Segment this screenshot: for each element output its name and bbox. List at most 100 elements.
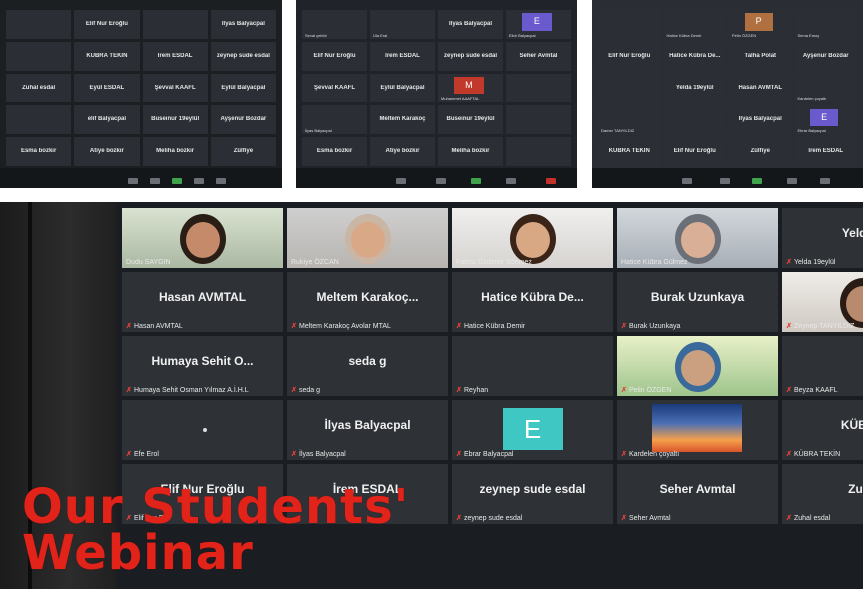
- participant-tile[interactable]: Atiye bozkır: [74, 137, 140, 166]
- participant-tile[interactable]: Dudu SAYGIN: [122, 208, 283, 268]
- participant-tile[interactable]: Eylül Balyacpal: [210, 73, 276, 103]
- chat-icon[interactable]: [436, 178, 446, 184]
- participant-tile[interactable]: Elif Nur Eroğlu: [302, 41, 367, 71]
- participant-tile[interactable]: ✗ Kardelen çoyaltı: [617, 400, 778, 460]
- share-screen-icon[interactable]: [752, 178, 762, 184]
- participant-tile[interactable]: Ayşenur Bozdar: [210, 105, 276, 135]
- participant-tile[interactable]: Buseınur 19eylül: [142, 105, 208, 135]
- participant-tile[interactable]: İrem ESDAL: [142, 41, 208, 71]
- participant-tile[interactable]: M Muhammet AAAFTAL: [438, 73, 503, 103]
- participant-tile[interactable]: [598, 10, 661, 39]
- participant-tile[interactable]: [6, 10, 72, 39]
- participant-tile[interactable]: İlyas Balyacpal: [302, 105, 367, 135]
- participant-tile[interactable]: KÜBRA TEKİN: [598, 137, 661, 166]
- participant-tile[interactable]: [506, 137, 571, 166]
- participant-tile[interactable]: [663, 105, 726, 135]
- participants-icon[interactable]: [128, 178, 138, 184]
- participant-tile[interactable]: Rukiye ÖZCAN: [287, 208, 448, 268]
- participant-tile[interactable]: Zülfiye: [729, 137, 792, 166]
- participant-tile[interactable]: Talha Polat: [729, 41, 792, 71]
- participant-tile[interactable]: Burak Uzunkaya ✗ Burak Uzunkaya: [617, 272, 778, 332]
- participant-tile[interactable]: Seher Avmtal ✗ Seher Avmtal: [617, 464, 778, 524]
- participant-tile[interactable]: Eyül ESDAL: [74, 73, 140, 103]
- participant-tile[interactable]: Kardelen çoyaltı: [794, 73, 857, 103]
- leave-icon[interactable]: [546, 178, 556, 184]
- participant-tile[interactable]: Zuha ✗Zuhal esdal: [782, 464, 863, 524]
- participant-tile[interactable]: ✗ Beyza KAAFL: [782, 336, 863, 396]
- participant-tile[interactable]: elif Balyacpal: [74, 105, 140, 135]
- participant-tile[interactable]: Buseınur 19eylül: [438, 105, 503, 135]
- participant-tile[interactable]: Hasan AVMTAL ✗ Hasan AVMTAL: [122, 272, 283, 332]
- participant-tile[interactable]: Seval çelebi: [302, 10, 367, 39]
- avatar-initial: P: [744, 13, 773, 31]
- participant-tile[interactable]: P Pelin ÖZGEN: [729, 10, 792, 39]
- participant-tile[interactable]: Hatice Kübra Demir: [663, 10, 726, 39]
- participant-tile[interactable]: [6, 105, 72, 135]
- participant-tile[interactable]: Seher Avmtal: [506, 41, 571, 71]
- participant-tile[interactable]: KÜBRA ✗KÜBRA TEKİN: [782, 400, 863, 460]
- participant-tile[interactable]: Eylül Balyacpal: [370, 73, 435, 103]
- participant-tile[interactable]: İrem ESDAL: [794, 137, 857, 166]
- participant-tile[interactable]: Meltem Karakoç: [370, 105, 435, 135]
- participant-tile[interactable]: E Ebrar Balyacpal: [794, 105, 857, 135]
- record-icon[interactable]: [506, 178, 516, 184]
- participant-tile[interactable]: Atiye bozkır: [370, 137, 435, 166]
- participant-tile[interactable]: Ayşenur Bozdar: [794, 41, 857, 71]
- participant-tile[interactable]: Hasan AVMTAL: [729, 73, 792, 103]
- participant-tile[interactable]: [506, 105, 571, 135]
- participant-tile[interactable]: E Elbir Balyacpal: [506, 10, 571, 39]
- participant-tile[interactable]: E ✗ Ebrar Balyacpal: [452, 400, 613, 460]
- share-screen-icon[interactable]: [471, 178, 481, 184]
- participant-tile[interactable]: Sema Ersoy: [794, 10, 857, 39]
- participant-tile[interactable]: Fatma Özdemir Sönmez: [452, 208, 613, 268]
- participant-tile[interactable]: seda g ✗ seda g: [287, 336, 448, 396]
- participant-tile[interactable]: Elif Nur Eroğlu: [74, 10, 140, 39]
- participant-tile[interactable]: Şevval KAAFL: [142, 73, 208, 103]
- chat-icon[interactable]: [720, 178, 730, 184]
- participant-tile[interactable]: İlyas Balyacpal: [210, 10, 276, 39]
- participant-tile[interactable]: Elif Nur Eroğlu: [663, 137, 726, 166]
- participant-tile[interactable]: Hatice Kübra De... ✗ Hatice Kübra Demir: [452, 272, 613, 332]
- participant-tile[interactable]: Hatice Kübra Gülmez: [617, 208, 778, 268]
- record-icon[interactable]: [787, 178, 797, 184]
- participant-tile[interactable]: Damer TANYILDIZ: [598, 105, 661, 135]
- participant-tile[interactable]: Meltem Karakoç... ✗ Meltem Karakoç Avolar …: [287, 272, 448, 332]
- participant-tile[interactable]: Elif Nur Eroğlu: [598, 41, 661, 71]
- participant-tile[interactable]: Esma bozkır: [302, 137, 367, 166]
- participant-tile[interactable]: İlyas Balyacpal: [438, 10, 503, 39]
- participant-tile[interactable]: Humaya Sehit O... ✗ Humaya Sehit Osman Yıl…: [122, 336, 283, 396]
- participant-tile[interactable]: ✗ Efe Erol: [122, 400, 283, 460]
- participant-tile[interactable]: İlyas Balyacpal: [729, 105, 792, 135]
- participant-tile[interactable]: [6, 41, 72, 71]
- participant-tile[interactable]: Esma bozkır: [6, 137, 72, 166]
- participant-tile[interactable]: Meliha bozkır: [438, 137, 503, 166]
- participant-tile[interactable]: ✗ Reyhan: [452, 336, 613, 396]
- participant-tile[interactable]: [598, 73, 661, 103]
- chat-icon[interactable]: [150, 178, 160, 184]
- participant-tile[interactable]: Ula Eral: [370, 10, 435, 39]
- participant-tile[interactable]: Yelda 1 ✗Yelda 19eylül: [782, 208, 863, 268]
- participant-tile[interactable]: KÜBRA TEKİN: [74, 41, 140, 71]
- reactions-icon[interactable]: [820, 178, 830, 184]
- participants-icon[interactable]: [396, 178, 406, 184]
- participant-tile[interactable]: zeynep sude esdal: [210, 41, 276, 71]
- participant-tile[interactable]: İlyas Balyacpal ✗ İlyas Balyacpal: [287, 400, 448, 460]
- participant-tile[interactable]: Meliha bozkır: [142, 137, 208, 166]
- participant-tile[interactable]: Hatice Kübra De...: [663, 41, 726, 71]
- participant-tile[interactable]: İrem ESDAL: [370, 41, 435, 71]
- participant-name: Meliha bozkır: [156, 148, 195, 155]
- reactions-icon[interactable]: [216, 178, 226, 184]
- participant-tile[interactable]: ✗ Zeynep TANYILDIZ: [782, 272, 863, 332]
- participant-tile[interactable]: [506, 73, 571, 103]
- participants-icon[interactable]: [682, 178, 692, 184]
- participant-tile[interactable]: Yelda 19eylül: [663, 73, 726, 103]
- share-screen-icon[interactable]: [172, 178, 182, 184]
- participant-tile[interactable]: Zülfiye: [210, 137, 276, 166]
- record-icon[interactable]: [194, 178, 204, 184]
- participant-tile[interactable]: Şevval KAAFL: [302, 73, 367, 103]
- participant-tile[interactable]: zeynep sude esdal: [438, 41, 503, 71]
- participant-tile[interactable]: [142, 10, 208, 39]
- participant-tile[interactable]: Zuhal esdal: [6, 73, 72, 103]
- participant-tile[interactable]: zeynep sude esdal ✗ zeynep sude esdal: [452, 464, 613, 524]
- participant-tile[interactable]: ✗ Pelin ÖZGEN: [617, 336, 778, 396]
